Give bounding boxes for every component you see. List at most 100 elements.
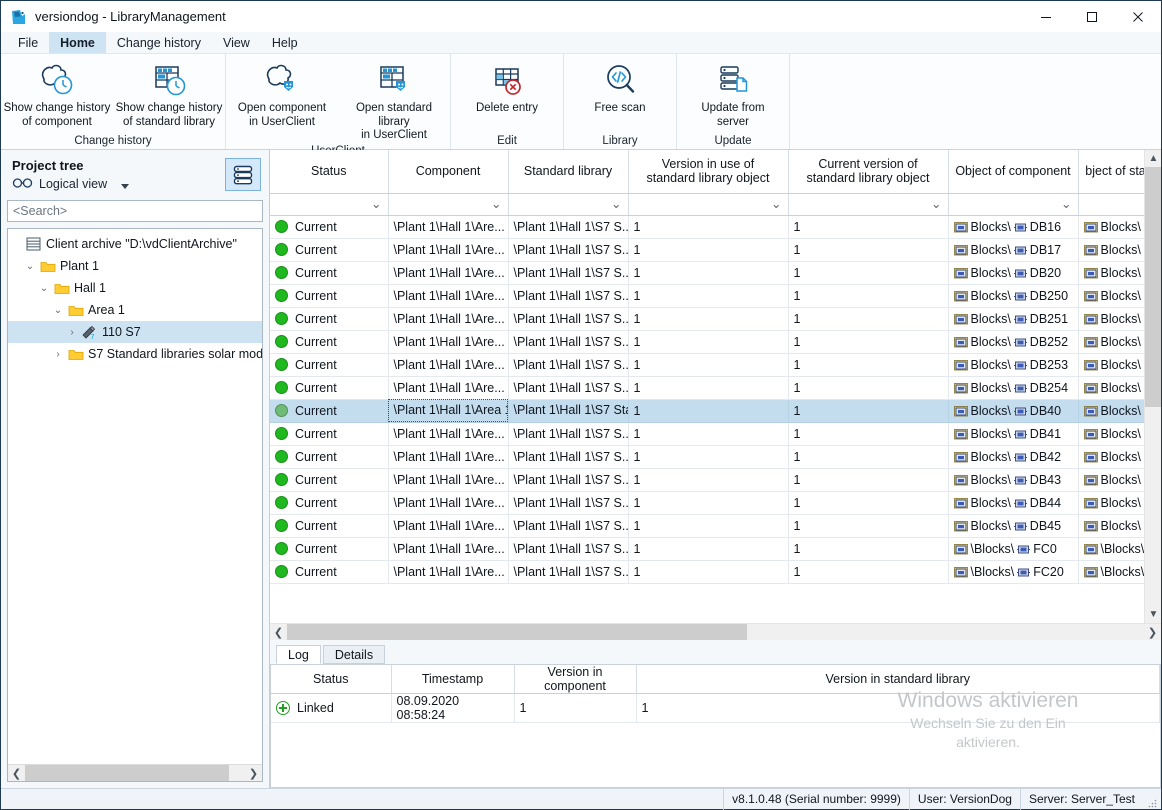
scroll-left-icon[interactable]: ❮ <box>270 624 287 641</box>
menu-item-change-history[interactable]: Change history <box>106 32 212 53</box>
table-row[interactable]: Current \Plant 1\Hall 1\Are... \Plant 1\Ha… <box>270 514 1144 538</box>
log-column-version-in-standard-library[interactable]: Version in standard library <box>636 665 1160 694</box>
filter-component[interactable]: ⌄ <box>388 193 509 216</box>
tree-node-s7-standard-libraries[interactable]: › S7 Standard libraries solar modu <box>8 343 262 365</box>
open-standard-library-in-userclient-button[interactable]: Open standard library in UserClient <box>338 58 450 143</box>
menu-item-home[interactable]: Home <box>49 32 106 53</box>
column-header-object-of-component[interactable]: Object of component <box>948 150 1079 194</box>
ribbon-button-label: Delete entry <box>475 102 538 114</box>
resize-grip-icon[interactable] <box>1143 789 1157 810</box>
column-header-object-of-standard[interactable]: bject of stan <box>1078 150 1144 194</box>
cell-status: Current <box>270 560 389 584</box>
server-stack-icon[interactable] <box>225 158 261 191</box>
chevron-down-icon[interactable]: ⌄ <box>50 305 66 316</box>
table-row[interactable]: Current \Plant 1\Hall 1\Are... \Plant 1\Ha… <box>270 215 1144 239</box>
table-row[interactable]: Current \Plant 1\Hall 1\Are... \Plant 1\Ha… <box>270 330 1144 354</box>
log-column-version-in-component[interactable]: Version in component <box>514 665 637 694</box>
scrollbar-track[interactable] <box>1145 167 1161 606</box>
status-text: Current <box>295 564 337 579</box>
filter-version-in-use[interactable]: ⌄ <box>628 193 789 216</box>
tree-horizontal-scrollbar[interactable]: ❮ ❯ <box>8 764 262 781</box>
table-row[interactable]: Current \Plant 1\Hall 1\Are... \Plant 1\Ha… <box>270 560 1144 584</box>
cell-version-in-use: 1 <box>628 215 789 239</box>
table-row[interactable]: Current \Plant 1\Hall 1\Are... \Plant 1\Ha… <box>270 468 1144 492</box>
close-button[interactable] <box>1115 1 1161 32</box>
minimize-button[interactable] <box>1023 1 1069 32</box>
column-header-version-in-use[interactable]: Version in use of standard library objec… <box>628 150 789 194</box>
chevron-down-icon[interactable]: ⌄ <box>1061 197 1071 211</box>
filter-object-of-component[interactable]: ⌄ <box>948 193 1079 216</box>
scrollbar-thumb[interactable] <box>287 623 747 640</box>
filter-object-of-standard[interactable] <box>1078 193 1144 216</box>
grid-vertical-scrollbar[interactable]: ▲ ▼ <box>1144 150 1161 623</box>
chevron-down-icon[interactable] <box>121 184 130 189</box>
scroll-left-icon[interactable]: ❮ <box>8 765 25 782</box>
tab-details[interactable]: Details <box>322 645 386 664</box>
filter-current-version[interactable]: ⌄ <box>788 193 949 216</box>
chevron-down-icon[interactable]: ⌄ <box>771 197 781 211</box>
status-text: Current <box>295 357 337 372</box>
chevron-down-icon[interactable]: ⌄ <box>931 197 941 211</box>
maximize-button[interactable] <box>1069 1 1115 32</box>
table-row[interactable]: Current \Plant 1\Hall 1\Are... \Plant 1\Ha… <box>270 445 1144 469</box>
search-input[interactable]: <Search> <box>7 200 263 222</box>
open-component-in-userclient-button[interactable]: Open component in UserClient <box>226 58 338 129</box>
filter-status[interactable]: ⌄ <box>270 193 389 216</box>
scroll-right-icon[interactable]: ❯ <box>245 765 262 782</box>
table-row[interactable]: Current \Plant 1\Hall 1\Are... \Plant 1\Ha… <box>270 353 1144 377</box>
chevron-down-icon[interactable]: ⌄ <box>611 197 621 211</box>
show-change-history-of-component-button[interactable]: Show change history of component <box>1 58 113 129</box>
filter-standard-library[interactable]: ⌄ <box>508 193 629 216</box>
scroll-up-icon[interactable]: ▲ <box>1145 150 1161 167</box>
chevron-right-icon[interactable]: › <box>64 327 80 338</box>
application-window: versiondog - LibraryManagement File Home… <box>0 0 1162 810</box>
table-row[interactable]: Current \Plant 1\Hall 1\Are... \Plant 1\Ha… <box>270 238 1144 262</box>
menu-item-file[interactable]: File <box>7 32 49 53</box>
logical-view-label[interactable]: Logical view <box>39 177 107 191</box>
table-row[interactable]: Current \Plant 1\Hall 1\Area 1\110 S7\Pla… <box>270 399 1144 423</box>
delete-entry-button[interactable]: Delete entry <box>451 58 563 116</box>
update-from-server-button[interactable]: Update from server <box>677 58 789 129</box>
column-header-current-version[interactable]: Current version of standard library obje… <box>788 150 949 194</box>
chevron-down-icon[interactable]: ⌄ <box>36 283 52 294</box>
column-header-status[interactable]: Status <box>270 150 389 194</box>
log-row[interactable]: Linked 08.09.2020 08:58:24 1 1 <box>271 693 1160 723</box>
table-row[interactable]: Current \Plant 1\Hall 1\Are... \Plant 1\Ha… <box>270 284 1144 308</box>
tree-node-client-archive[interactable]: Client archive "D:\vdClientArchive" <box>8 233 262 255</box>
scrollbar-track[interactable] <box>287 623 1144 640</box>
table-row[interactable]: Current \Plant 1\Hall 1\Are... \Plant 1\Ha… <box>270 422 1144 446</box>
tree-node-label: S7 Standard libraries solar modu <box>88 347 262 361</box>
show-change-history-of-standard-library-button[interactable]: Show change history of standard library <box>113 58 225 129</box>
log-column-timestamp[interactable]: Timestamp <box>391 665 515 694</box>
column-header-standard-library[interactable]: Standard library <box>508 150 629 194</box>
cell-component: \Plant 1\Hall 1\Are... <box>388 238 509 262</box>
scroll-right-icon[interactable]: ❯ <box>1144 624 1161 641</box>
tree-node-area-1[interactable]: ⌄ Area 1 <box>8 299 262 321</box>
menu-item-view[interactable]: View <box>212 32 261 53</box>
tab-log[interactable]: Log <box>276 645 321 664</box>
log-column-status[interactable]: Status <box>271 665 392 694</box>
status-indicator-icon <box>275 380 288 394</box>
chevron-right-icon[interactable]: › <box>50 349 66 360</box>
chevron-down-icon[interactable]: ⌄ <box>491 197 501 211</box>
tree-node-hall-1[interactable]: ⌄ Hall 1 <box>8 277 262 299</box>
grid-horizontal-scrollbar[interactable]: ❮ ❯ <box>270 623 1161 640</box>
tree-node-plant-1[interactable]: ⌄ Plant 1 <box>8 255 262 277</box>
tree-node-110-s7[interactable]: › 7 110 S7 <box>8 321 262 343</box>
cell-standard-library: \Plant 1\Hall 1\S7 S... <box>508 560 629 584</box>
chevron-down-icon[interactable]: ⌄ <box>371 197 381 211</box>
log-header-row: Status Timestamp Version in component Ve… <box>271 665 1160 694</box>
chevron-down-icon[interactable]: ⌄ <box>22 261 38 272</box>
column-header-component[interactable]: Component <box>388 150 509 194</box>
menu-item-help[interactable]: Help <box>261 32 309 53</box>
scroll-down-icon[interactable]: ▼ <box>1145 606 1161 623</box>
scrollbar-thumb[interactable] <box>25 764 229 781</box>
table-row[interactable]: Current \Plant 1\Hall 1\Are... \Plant 1\Ha… <box>270 537 1144 561</box>
scrollbar-thumb[interactable] <box>1145 167 1161 407</box>
table-row[interactable]: Current \Plant 1\Hall 1\Are... \Plant 1\Ha… <box>270 376 1144 400</box>
scrollbar-track[interactable] <box>25 764 245 781</box>
free-scan-button[interactable]: Free scan <box>564 58 676 116</box>
table-row[interactable]: Current \Plant 1\Hall 1\Are... \Plant 1\Ha… <box>270 307 1144 331</box>
table-row[interactable]: Current \Plant 1\Hall 1\Are... \Plant 1\Ha… <box>270 491 1144 515</box>
table-row[interactable]: Current \Plant 1\Hall 1\Are... \Plant 1\Ha… <box>270 261 1144 285</box>
